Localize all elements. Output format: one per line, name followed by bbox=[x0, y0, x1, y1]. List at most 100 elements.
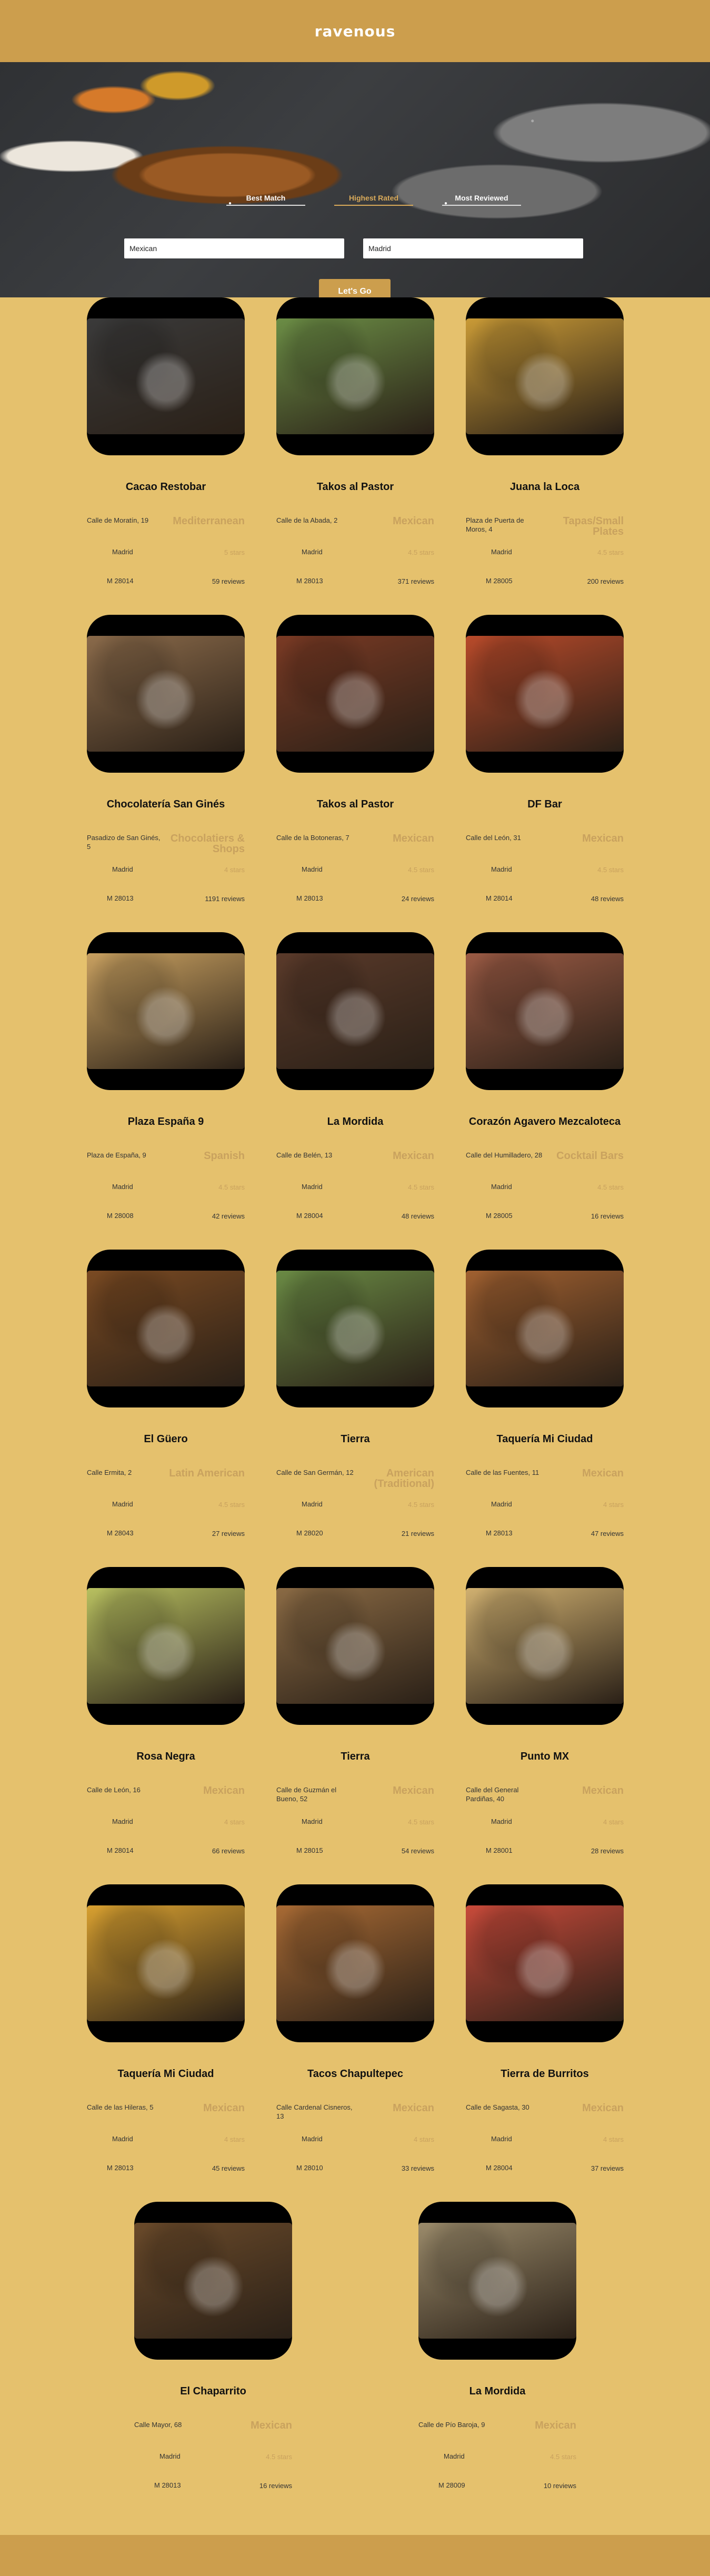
business-review-count: 16 reviews bbox=[259, 2482, 292, 2490]
business-rating: 4.5 stars bbox=[408, 1183, 434, 1191]
business-zip: M 28008 bbox=[107, 1212, 134, 1220]
business-city: Madrid bbox=[302, 1500, 323, 1508]
business-rating: 4.5 stars bbox=[408, 1501, 434, 1509]
business-address: Calle del General Pardiñas, 40 bbox=[466, 1786, 519, 1803]
business-card[interactable]: Corazón Agavero Mezcaloteca Calle del Hu… bbox=[466, 932, 624, 1227]
business-card[interactable]: Takos al Pastor Calle de la Botoneras, 7… bbox=[276, 615, 434, 910]
business-image bbox=[466, 1250, 624, 1407]
business-card[interactable]: Plaza España 9 Plaza de España, 9 Madrid… bbox=[87, 932, 245, 1227]
business-card[interactable]: Tierra Calle de San Germán, 12 Madrid M … bbox=[276, 1250, 434, 1544]
business-category: Mexican bbox=[393, 833, 434, 844]
search-term-input[interactable] bbox=[124, 238, 344, 258]
business-review-count: 66 reviews bbox=[212, 1847, 245, 1855]
business-card[interactable]: Tierra de Burritos Calle de Sagasta, 30 … bbox=[466, 1884, 624, 2179]
business-card[interactable]: Taquería Mi Ciudad Calle de las Fuentes,… bbox=[466, 1250, 624, 1544]
business-review-count: 28 reviews bbox=[591, 1847, 624, 1855]
business-city: Madrid bbox=[112, 2135, 133, 2143]
business-review-count: 45 reviews bbox=[212, 2164, 245, 2172]
business-card[interactable]: Tacos Chapultepec Calle Cardenal Cisnero… bbox=[276, 1884, 434, 2179]
business-card[interactable]: Juana la Loca Plaza de Puerta de Moros, … bbox=[466, 297, 624, 592]
food-photo bbox=[466, 1588, 624, 1704]
business-review-count: 1191 reviews bbox=[205, 895, 245, 903]
sort-tab-most-reviewed[interactable]: ● Most Reviewed bbox=[442, 194, 521, 206]
business-card[interactable]: Punto MX Calle del General Pardiñas, 40 … bbox=[466, 1567, 624, 1862]
food-photo bbox=[466, 636, 624, 752]
business-zip: M 28009 bbox=[438, 2481, 465, 2489]
food-photo bbox=[276, 953, 434, 1069]
business-address: Calle del León, 31 bbox=[466, 834, 521, 842]
business-category: Mexican bbox=[203, 1785, 245, 1796]
food-photo bbox=[87, 1588, 245, 1704]
sort-tab-highest-rated[interactable]: Highest Rated bbox=[334, 194, 413, 206]
business-category: Mexican bbox=[393, 515, 434, 527]
business-rating: 4.5 stars bbox=[550, 2453, 576, 2461]
business-zip: M 28013 bbox=[107, 894, 134, 902]
business-card[interactable]: La Mordida Calle de Pío Baroja, 9 Madrid… bbox=[418, 2202, 576, 2497]
business-image bbox=[466, 297, 624, 455]
business-city: Madrid bbox=[112, 1183, 133, 1191]
business-review-count: 371 reviews bbox=[397, 577, 434, 585]
business-name: La Mordida bbox=[327, 1116, 384, 1127]
business-name: Takos al Pastor bbox=[316, 798, 394, 810]
food-photo bbox=[466, 1905, 624, 2021]
food-photo bbox=[466, 953, 624, 1069]
business-category: Tapas/Small Plates bbox=[563, 515, 624, 537]
business-zip: M 28014 bbox=[486, 894, 513, 902]
business-card[interactable]: DF Bar Calle del León, 31 Madrid M 28014… bbox=[466, 615, 624, 910]
lets-go-button[interactable]: Let's Go bbox=[319, 279, 391, 297]
business-city: Madrid bbox=[491, 1500, 512, 1508]
business-name: Taquería Mi Ciudad bbox=[496, 1433, 593, 1445]
business-name: Plaza España 9 bbox=[127, 1116, 204, 1127]
business-image bbox=[466, 932, 624, 1090]
food-photo bbox=[466, 1271, 624, 1386]
business-address: Plaza de España, 9 bbox=[87, 1151, 146, 1159]
business-city: Madrid bbox=[302, 865, 323, 873]
business-category: Mexican bbox=[535, 2420, 576, 2431]
business-rating: 4.5 stars bbox=[218, 1501, 245, 1509]
business-card[interactable]: Takos al Pastor Calle de la Abada, 2 Mad… bbox=[276, 297, 434, 592]
business-city: Madrid bbox=[112, 1818, 133, 1825]
business-city: Madrid bbox=[112, 865, 133, 873]
business-card[interactable]: Chocolatería San Ginés Pasadizo de San G… bbox=[87, 615, 245, 910]
business-name: Tierra bbox=[341, 1433, 370, 1445]
search-location-input[interactable] bbox=[363, 238, 583, 258]
business-image bbox=[276, 932, 434, 1090]
business-city: Madrid bbox=[302, 1818, 323, 1825]
sort-tab-label: Best Match bbox=[246, 194, 286, 202]
business-address: Calle de la Abada, 2 bbox=[276, 516, 338, 524]
food-photo bbox=[87, 318, 245, 434]
business-card[interactable]: El Chaparrito Calle Mayor, 68 Madrid M 2… bbox=[134, 2202, 292, 2497]
business-category: Mexican bbox=[251, 2420, 292, 2431]
business-name: DF Bar bbox=[527, 798, 562, 810]
food-photo bbox=[87, 1905, 245, 2021]
business-zip: M 28001 bbox=[486, 1846, 513, 1854]
sort-tab-best-match[interactable]: ● Best Match bbox=[226, 194, 305, 206]
business-address: Calle Mayor, 68 bbox=[134, 2421, 182, 2429]
food-photo bbox=[276, 1905, 434, 2021]
business-image bbox=[466, 1567, 624, 1725]
business-card[interactable]: Rosa Negra Calle de León, 16 Madrid M 28… bbox=[87, 1567, 245, 1862]
business-rating: 4 stars bbox=[603, 1818, 624, 1826]
business-rating: 4.5 stars bbox=[408, 1818, 434, 1826]
business-zip: M 28015 bbox=[296, 1846, 323, 1854]
business-address: Calle de la Botoneras, 7 bbox=[276, 834, 349, 842]
business-card[interactable]: Taquería Mi Ciudad Calle de las Hileras,… bbox=[87, 1884, 245, 2179]
business-rating: 4 stars bbox=[603, 2135, 624, 2143]
business-review-count: 21 reviews bbox=[401, 1530, 434, 1537]
business-name: Taquería Mi Ciudad bbox=[117, 2068, 214, 2080]
business-card[interactable]: La Mordida Calle de Belén, 13 Madrid M 2… bbox=[276, 932, 434, 1227]
business-address: Calle de León, 16 bbox=[87, 1786, 141, 1794]
business-city: Madrid bbox=[302, 548, 323, 556]
business-review-count: 47 reviews bbox=[591, 1530, 624, 1537]
business-rating: 4.5 stars bbox=[597, 866, 624, 874]
business-card[interactable]: Tierra Calle de Guzmán el Bueno, 52 Madr… bbox=[276, 1567, 434, 1862]
business-category: Mediterranean bbox=[173, 515, 245, 527]
business-image bbox=[134, 2202, 292, 2360]
business-review-count: 10 reviews bbox=[543, 2482, 576, 2490]
business-image bbox=[87, 1884, 245, 2042]
business-address: Calle de Moratín, 19 bbox=[87, 516, 149, 524]
business-card[interactable]: El Güero Calle Ermita, 2 Madrid M 28043 … bbox=[87, 1250, 245, 1544]
business-name: Juana la Loca bbox=[509, 481, 580, 493]
business-rating: 4 stars bbox=[413, 2135, 434, 2143]
business-card[interactable]: Cacao Restobar Calle de Moratín, 19 Madr… bbox=[87, 297, 245, 592]
